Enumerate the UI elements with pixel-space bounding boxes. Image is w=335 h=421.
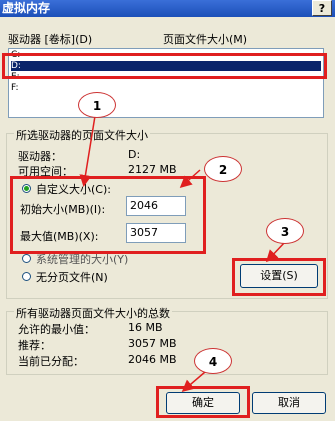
arrow-3 bbox=[265, 241, 286, 263]
arrow-1 bbox=[79, 115, 96, 187]
callout-2: 2 bbox=[204, 156, 242, 182]
callout-1: 1 bbox=[78, 92, 116, 118]
arrow-2 bbox=[179, 169, 201, 188]
callout-4: 4 bbox=[194, 348, 232, 374]
annotation-arrows bbox=[79, 115, 286, 392]
callout-3: 3 bbox=[266, 218, 304, 244]
arrow-4 bbox=[181, 371, 206, 392]
